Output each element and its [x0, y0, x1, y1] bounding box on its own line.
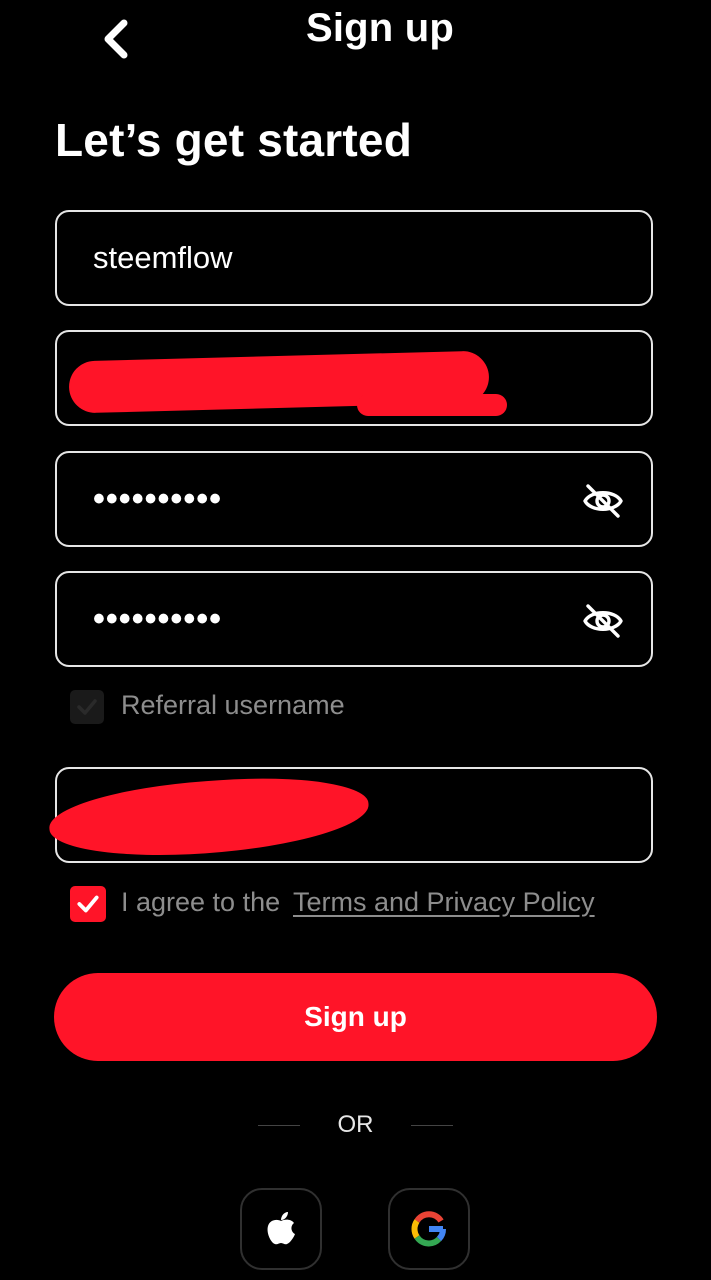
agree-checkbox[interactable] [70, 886, 106, 922]
apple-icon [267, 1212, 295, 1245]
separator-line-right [411, 1125, 453, 1126]
confirm-password-mask: •••••••••• [93, 599, 223, 638]
google-icon [411, 1211, 446, 1247]
terms-link[interactable]: Terms and Privacy Policy [293, 887, 595, 918]
email-field[interactable] [55, 330, 653, 426]
or-separator: OR [337, 1111, 374, 1138]
referral-username-field[interactable] [46, 767, 653, 865]
redaction-mark [357, 394, 507, 416]
toggle-password-visibility[interactable] [581, 479, 625, 523]
password-field[interactable]: •••••••••• [55, 451, 653, 547]
eye-off-icon [583, 484, 623, 518]
toggle-confirm-password-visibility[interactable] [581, 599, 625, 643]
confirm-password-field[interactable]: •••••••••• [55, 571, 653, 667]
apple-signin-button[interactable] [240, 1188, 322, 1270]
referral-label: Referral username [121, 690, 345, 720]
agree-label: I agree to the [121, 887, 281, 917]
username-value: steemflow [93, 240, 233, 275]
username-field[interactable]: steemflow [55, 210, 653, 306]
eye-off-icon [583, 604, 623, 638]
page-title: Sign up [305, 6, 455, 50]
redaction-mark [46, 769, 372, 865]
google-signin-button[interactable] [388, 1188, 470, 1270]
password-mask: •••••••••• [93, 479, 223, 518]
referral-checkbox[interactable] [70, 690, 104, 724]
checkmark-icon [77, 895, 99, 913]
checkmark-icon [77, 699, 97, 715]
headline: Let’s get started [55, 114, 413, 166]
signup-button[interactable]: Sign up [54, 973, 657, 1061]
